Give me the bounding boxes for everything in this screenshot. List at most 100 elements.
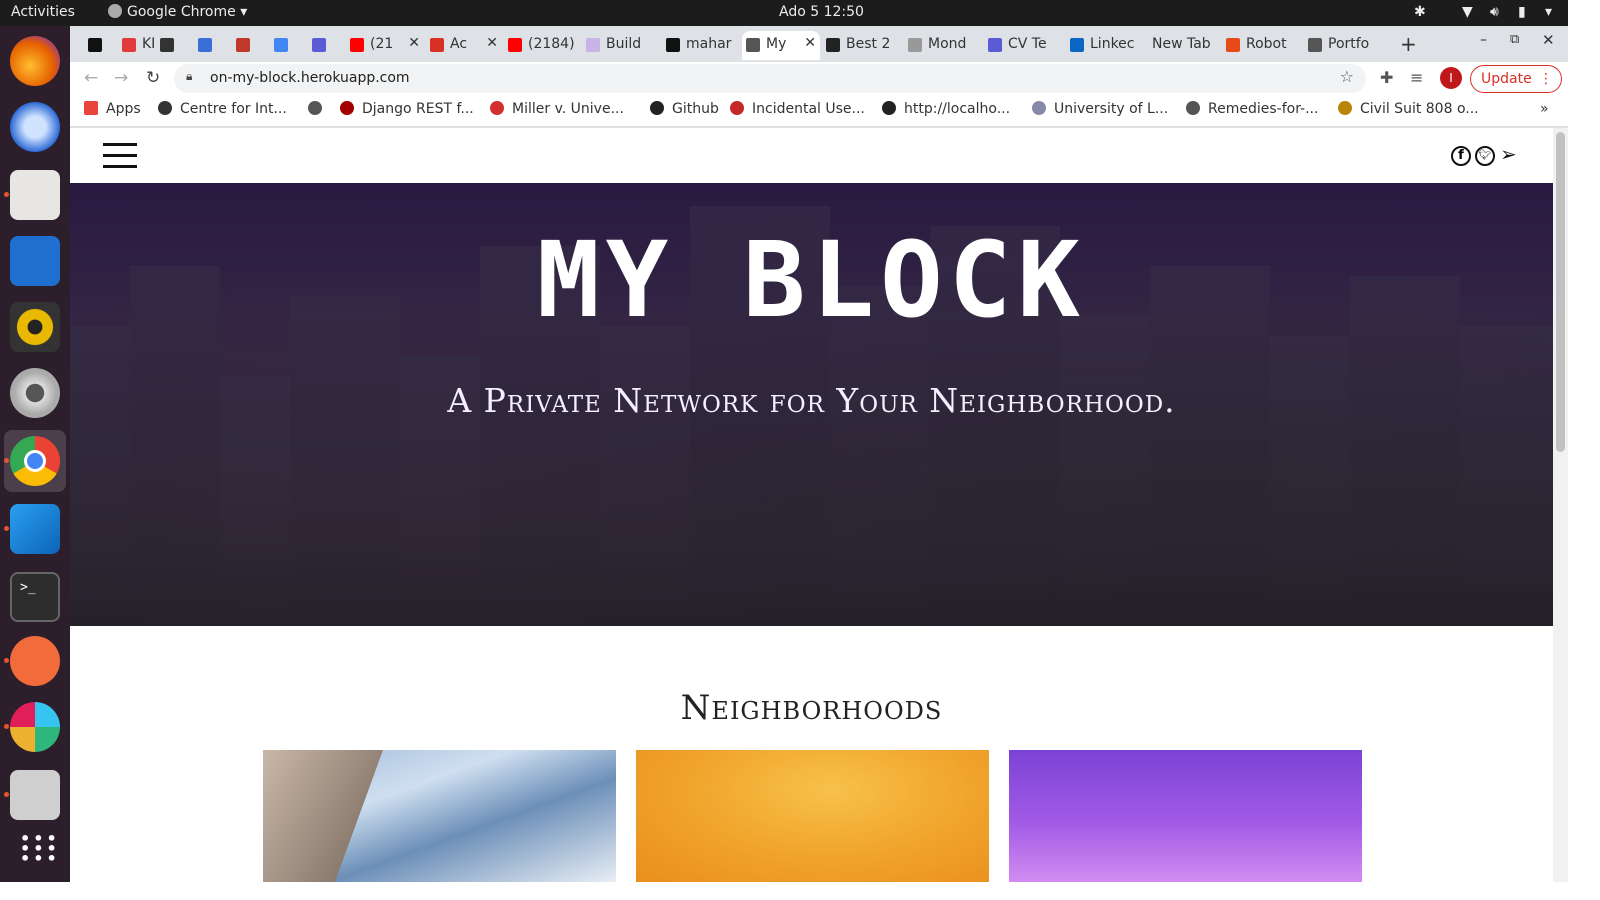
neighborhood-card[interactable]: [636, 750, 989, 882]
bookmark-favicon-icon: [650, 101, 664, 115]
update-button[interactable]: Update ⋮: [1470, 65, 1562, 93]
media-queue-icon[interactable]: ≡: [1410, 68, 1423, 87]
terminal-icon[interactable]: >_: [10, 572, 60, 622]
tab-16[interactable]: Linkec: [1066, 31, 1144, 60]
twitter-icon[interactable]: 🐦︎: [1475, 146, 1495, 166]
tab-2[interactable]: [156, 31, 192, 60]
bookmark-item[interactable]: Civil Suit 808 o...: [1338, 101, 1479, 117]
clock[interactable]: Ado 5 12:50: [779, 4, 864, 20]
tab-3[interactable]: [194, 31, 230, 60]
tab-12[interactable]: My ✕: [742, 31, 820, 60]
facebook-icon[interactable]: f: [1451, 146, 1471, 166]
tab-8[interactable]: Ac ✕: [426, 31, 502, 60]
neighborhood-card[interactable]: [1009, 750, 1362, 882]
bookmark-favicon-icon: [1186, 101, 1200, 115]
bookmark-item[interactable]: Django REST f...: [340, 101, 474, 117]
battery-icon[interactable]: ▮: [1518, 4, 1526, 20]
profile-avatar[interactable]: I: [1440, 67, 1462, 89]
tab-favicon-icon: [746, 38, 760, 52]
new-tab-plus-icon[interactable]: +: [1400, 32, 1417, 56]
tab-9[interactable]: (2184): [504, 31, 580, 60]
tab-10[interactable]: Build: [582, 31, 660, 60]
bookmark-favicon-icon: [1338, 101, 1352, 115]
tab-favicon-icon: [826, 38, 840, 52]
hamburger-menu-icon[interactable]: [103, 143, 137, 169]
section-title: Neighborhoods: [680, 688, 943, 728]
lock-icon[interactable]: 🔒︎: [186, 69, 192, 84]
thunderbird-icon[interactable]: [10, 102, 60, 152]
bookmark-item[interactable]: Miller v. Unive...: [490, 101, 624, 117]
tab-4[interactable]: [232, 31, 268, 60]
bookmark-item[interactable]: Github: [650, 101, 719, 117]
tab-14[interactable]: Mond: [904, 31, 982, 60]
tab-6[interactable]: [308, 31, 344, 60]
bookmark-item[interactable]: Remedies-for-...: [1186, 101, 1318, 117]
slack-tray-icon[interactable]: ✱: [1414, 4, 1426, 20]
tab-label: Ac: [450, 36, 468, 52]
tab-1[interactable]: KP: [118, 31, 154, 60]
tab-13[interactable]: Best 2: [822, 31, 902, 60]
scrollbar-thumb[interactable]: [1556, 132, 1565, 452]
update-label: Update: [1481, 71, 1532, 87]
extensions-puzzle-icon[interactable]: ✚: [1380, 68, 1393, 87]
show-apps-grid-icon[interactable]: ••• ••• •••: [10, 830, 60, 880]
bookmark-item[interactable]: Incidental Use...: [730, 101, 865, 117]
bookmark-item[interactable]: Centre for Int...: [158, 101, 287, 117]
bookmark-label: Centre for Int...: [180, 101, 287, 117]
tab-label: Best 2: [846, 36, 891, 52]
wifi-icon[interactable]: ▼: [1462, 4, 1473, 20]
telegram-icon[interactable]: ➢: [1500, 142, 1517, 166]
bookmark-favicon-icon: [882, 101, 896, 115]
activities-button[interactable]: Activities: [11, 4, 75, 20]
tab-15[interactable]: CV Te: [984, 31, 1064, 60]
app-name: Google Chrome: [127, 4, 236, 20]
postman-icon[interactable]: [4, 636, 60, 686]
bookmark-item[interactable]: http://localho...: [882, 101, 1010, 117]
tab-close-icon[interactable]: ✕: [804, 35, 816, 51]
close-window-icon[interactable]: ✕: [1542, 31, 1555, 49]
system-menu-chevron-icon[interactable]: ▾: [1545, 4, 1552, 20]
hero-title: MY BLOCK: [537, 219, 1086, 341]
restore-icon[interactable]: ⧉: [1510, 32, 1519, 47]
image-viewer-icon[interactable]: [4, 770, 60, 820]
volume-icon[interactable]: 🔊︎: [1490, 4, 1499, 20]
rhythmbox-icon[interactable]: [10, 302, 60, 352]
bookmark-favicon-icon: [340, 101, 354, 115]
reload-icon[interactable]: ↻: [146, 68, 160, 88]
url-text[interactable]: on-my-block.herokuapp.com: [210, 70, 410, 86]
vscode-icon[interactable]: [4, 504, 60, 554]
page-scrollbar[interactable]: [1553, 128, 1568, 882]
tab-label: CV Te: [1008, 36, 1047, 52]
tab-18[interactable]: Robot: [1222, 31, 1302, 60]
slack-icon[interactable]: [4, 702, 60, 752]
minimize-icon[interactable]: –: [1480, 32, 1487, 48]
chrome-dock-icon[interactable]: [4, 436, 60, 486]
back-icon[interactable]: ←: [84, 68, 98, 88]
bookmark-favicon-icon: [158, 101, 172, 115]
tab-favicon-icon: [122, 38, 136, 52]
bookmarks-overflow-icon[interactable]: »: [1540, 101, 1549, 117]
firefox-icon[interactable]: [10, 36, 60, 86]
neighborhood-card[interactable]: [263, 750, 616, 882]
address-bar[interactable]: 🔒︎ on-my-block.herokuapp.com ☆: [174, 64, 1366, 93]
writer-icon[interactable]: [10, 236, 60, 286]
tab-close-icon[interactable]: ✕: [408, 35, 420, 51]
tab-19[interactable]: Portfo: [1304, 31, 1376, 60]
tab-favicon-icon: [1226, 38, 1240, 52]
app-menu[interactable]: Google Chrome ▾: [108, 4, 247, 20]
tab-17[interactable]: New Tab: [1146, 31, 1220, 60]
files-icon[interactable]: [4, 170, 60, 220]
tab-0[interactable]: [84, 31, 116, 60]
tab-close-icon[interactable]: ✕: [486, 35, 498, 51]
tab-5[interactable]: [270, 31, 306, 60]
tab-7[interactable]: (21 ✕: [346, 31, 424, 60]
settings-gear-icon[interactable]: [10, 368, 60, 418]
bookmark-item[interactable]: Apps: [84, 101, 141, 117]
bookmark-item[interactable]: University of L...: [1032, 101, 1168, 117]
tab-favicon-icon: [198, 38, 212, 52]
tab-favicon-icon: [508, 38, 522, 52]
forward-icon[interactable]: →: [114, 68, 128, 88]
bookmark-star-icon[interactable]: ☆: [1340, 67, 1354, 86]
tab-11[interactable]: mahar: [662, 31, 740, 60]
bookmark-item[interactable]: [308, 101, 330, 117]
